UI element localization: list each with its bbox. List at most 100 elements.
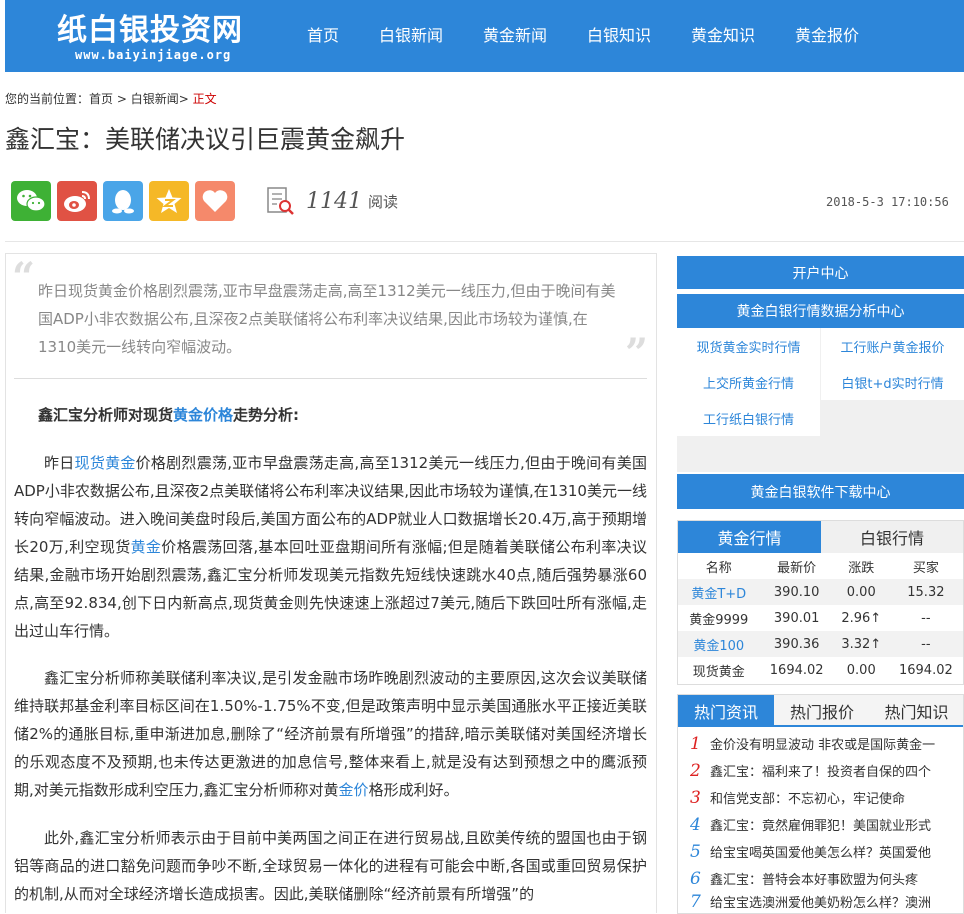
- nav-silver-knowledge[interactable]: 白银知识: [587, 22, 651, 46]
- site-url: www.baiyinjiage.org: [75, 48, 232, 62]
- row-change: 0.00: [846, 662, 876, 678]
- link-sge-gold[interactable]: 上交所黄金行情: [677, 364, 820, 400]
- table-row[interactable]: 黄金100 390.36 3.32↑ --: [678, 631, 963, 657]
- row-name[interactable]: 黄金T+D: [678, 579, 760, 605]
- row-price: 390.01: [773, 610, 820, 626]
- nav-home[interactable]: 首页: [307, 22, 339, 46]
- para-text: 格形成利好。: [368, 781, 459, 799]
- subhead-text: 走势分析:: [233, 406, 300, 424]
- qzone-share-button[interactable]: [149, 181, 189, 221]
- tab-hot-news[interactable]: 热门资讯: [678, 695, 774, 727]
- software-download-center[interactable]: 黄金白银软件下载中心: [677, 474, 964, 509]
- row-name[interactable]: 黄金100: [678, 631, 760, 657]
- list-item[interactable]: 1 金价没有明显波动 非农或是国际黄金一: [690, 730, 958, 757]
- para-text: 鑫汇宝分析师称美联储利率决议,是引发金融市场昨晚剧烈波动的主要原因,这次会议美联…: [14, 669, 647, 799]
- weibo-icon: [64, 191, 90, 212]
- list-item[interactable]: 3 和信党支部：不忘初心，牢记使命: [690, 784, 958, 811]
- hot-item-title[interactable]: 和信党支部：不忘初心，牢记使命: [710, 788, 905, 807]
- hot-content-panel: 热门资讯 热门报价 热门知识 1 金价没有明显波动 非农或是国际黄金一 2 鑫汇宝：…: [677, 694, 964, 914]
- spot-gold-link[interactable]: 现货黄金: [75, 454, 136, 472]
- list-item[interactable]: 6 鑫汇宝：普特会本好事欧盟为何头疼: [690, 865, 958, 892]
- site-logo[interactable]: 纸白银投资网: [57, 5, 243, 49]
- wechat-share-button[interactable]: [11, 181, 51, 221]
- hot-item-title[interactable]: 给宝宝选澳洲爱他美奶粉怎么样？澳洲: [710, 892, 931, 911]
- read-label: 阅读: [368, 192, 399, 211]
- row-bid: 15.32: [888, 579, 963, 605]
- tab-hot-quotes[interactable]: 热门报价: [774, 695, 870, 727]
- rank-number: 6: [690, 868, 701, 889]
- summary-divider: [14, 378, 647, 379]
- open-account-center[interactable]: 开户中心: [677, 256, 964, 289]
- tab-gold-market[interactable]: 黄金行情: [678, 521, 821, 553]
- hot-item-title[interactable]: 鑫汇宝：普特会本好事欧盟为何头疼: [710, 869, 918, 888]
- rank-number: 7: [690, 892, 701, 912]
- analysis-center-header[interactable]: 黄金白银行情数据分析中心: [677, 292, 964, 328]
- row-name[interactable]: 现货黄金: [678, 657, 760, 683]
- nav-gold-knowledge[interactable]: 黄金知识: [691, 22, 755, 46]
- analysis-subhead: 鑫汇宝分析师对现货黄金价格走势分析:: [38, 404, 299, 425]
- row-bid: --: [921, 610, 931, 626]
- article-paragraph-1: 昨日现货黄金价格剧烈震荡,亚市早盘震荡走高,高至1312美元一线压力,但由于晚间…: [14, 449, 647, 645]
- nav-gold-news[interactable]: 黄金新闻: [483, 22, 547, 46]
- market-tabs: 黄金行情 白银行情: [678, 521, 963, 553]
- row-price: 1694.02: [769, 662, 824, 678]
- read-count: 1141: [306, 188, 362, 214]
- list-item[interactable]: 4 鑫汇宝：竟然雇佣罪犯！美国就业形式: [690, 811, 958, 838]
- list-item[interactable]: 7 给宝宝选澳洲爱他美奶粉怎么样？澳洲: [690, 892, 958, 912]
- breadcrumb-home[interactable]: 首页: [89, 92, 113, 106]
- sidebar-link-grid: 现货黄金实时行情 工行账户黄金报价 上交所黄金行情 白银t+d实时行情 工行纸白…: [677, 328, 964, 472]
- breadcrumb-prefix: 您的当前位置：: [5, 92, 90, 106]
- article-paragraph-2: 鑫汇宝分析师称美联储利率决议,是引发金融市场昨晚剧烈波动的主要原因,这次会议美联…: [14, 664, 647, 804]
- article-summary: 昨日现货黄金价格剧烈震荡,亚市早盘震荡走高,高至1312美元一线压力,但由于晚间…: [38, 282, 616, 356]
- divider: [5, 241, 964, 242]
- read-counter: 1141 阅读: [264, 186, 398, 216]
- list-item[interactable]: 5 给宝宝喝英国爱他美怎么样？英国爱他: [690, 838, 958, 865]
- tab-hot-knowledge[interactable]: 热门知识: [870, 695, 963, 727]
- nav-gold-quotes[interactable]: 黄金报价: [795, 22, 859, 46]
- rank-number: 1: [690, 733, 701, 754]
- link-icbc-gold-quote[interactable]: 工行账户黄金报价: [821, 328, 964, 364]
- link-silver-td-live[interactable]: 白银t+d实时行情: [821, 364, 964, 400]
- rank-number: 4: [690, 814, 701, 835]
- para-text: 昨日: [44, 454, 75, 472]
- link-spot-gold-live[interactable]: 现货黄金实时行情: [677, 328, 820, 364]
- col-bid: 买家: [912, 560, 939, 576]
- col-price: 最新价: [777, 560, 817, 576]
- star-icon: [156, 189, 182, 213]
- table-header-row: 名称 最新价 涨跌 买家: [678, 553, 963, 579]
- link-icbc-paper-silver[interactable]: 工行纸白银行情: [677, 400, 820, 436]
- table-row[interactable]: 黄金9999 390.01 2.96↑ --: [678, 605, 963, 631]
- weibo-share-button[interactable]: [57, 181, 97, 221]
- row-change: 2.96↑: [841, 610, 882, 626]
- breadcrumb-section[interactable]: 白银新闻: [131, 92, 179, 106]
- site-header: 纸白银投资网 www.baiyinjiage.org 首页 白银新闻 黄金新闻 …: [5, 0, 964, 72]
- favorite-share-button[interactable]: [195, 181, 235, 221]
- table-row[interactable]: 现货黄金 1694.02 0.00 1694.02: [678, 657, 963, 683]
- breadcrumb-separator: >: [178, 92, 193, 106]
- hot-tabs: 热门资讯 热门报价 热门知识: [678, 695, 963, 727]
- gold-price-inline-link[interactable]: 金价: [339, 781, 369, 799]
- list-item[interactable]: 2 鑫汇宝：福利来了！投资者自保的四个: [690, 757, 958, 784]
- rank-number: 3: [690, 787, 701, 808]
- tab-silver-market[interactable]: 白银行情: [821, 521, 963, 553]
- article-paragraph-3: 此外,鑫汇宝分析师表示由于目前中美两国之间正在进行贸易战,且欧美传统的盟国也由于…: [14, 829, 647, 903]
- row-price: 390.10: [759, 579, 834, 605]
- nav-silver-news[interactable]: 白银新闻: [379, 22, 443, 46]
- col-change: 涨跌: [848, 560, 875, 576]
- close-quote-icon: ”: [625, 330, 649, 377]
- read-document-icon: [267, 187, 294, 215]
- gold-link[interactable]: 黄金: [131, 538, 162, 556]
- hot-item-title[interactable]: 鑫汇宝：福利来了！投资者自保的四个: [710, 761, 931, 780]
- market-quotes-panel: 黄金行情 白银行情 名称 最新价 涨跌 买家 黄金T+D 390.10 0.00…: [677, 520, 964, 685]
- open-quote-icon: “: [12, 254, 36, 301]
- qq-share-button[interactable]: [103, 181, 143, 221]
- hot-item-title[interactable]: 鑫汇宝：竟然雇佣罪犯！美国就业形式: [710, 815, 931, 834]
- table-row[interactable]: 黄金T+D 390.10 0.00 15.32: [678, 579, 963, 605]
- row-change: 0.00: [833, 579, 889, 605]
- breadcrumb-current: 正文: [192, 92, 217, 106]
- hot-item-title[interactable]: 给宝宝喝英国爱他美怎么样？英国爱他: [710, 842, 931, 861]
- heart-icon: [202, 190, 228, 212]
- hot-item-title[interactable]: 金价没有明显波动 非农或是国际黄金一: [710, 734, 935, 753]
- row-name[interactable]: 黄金9999: [678, 605, 760, 631]
- gold-price-link[interactable]: 黄金价格: [173, 406, 233, 424]
